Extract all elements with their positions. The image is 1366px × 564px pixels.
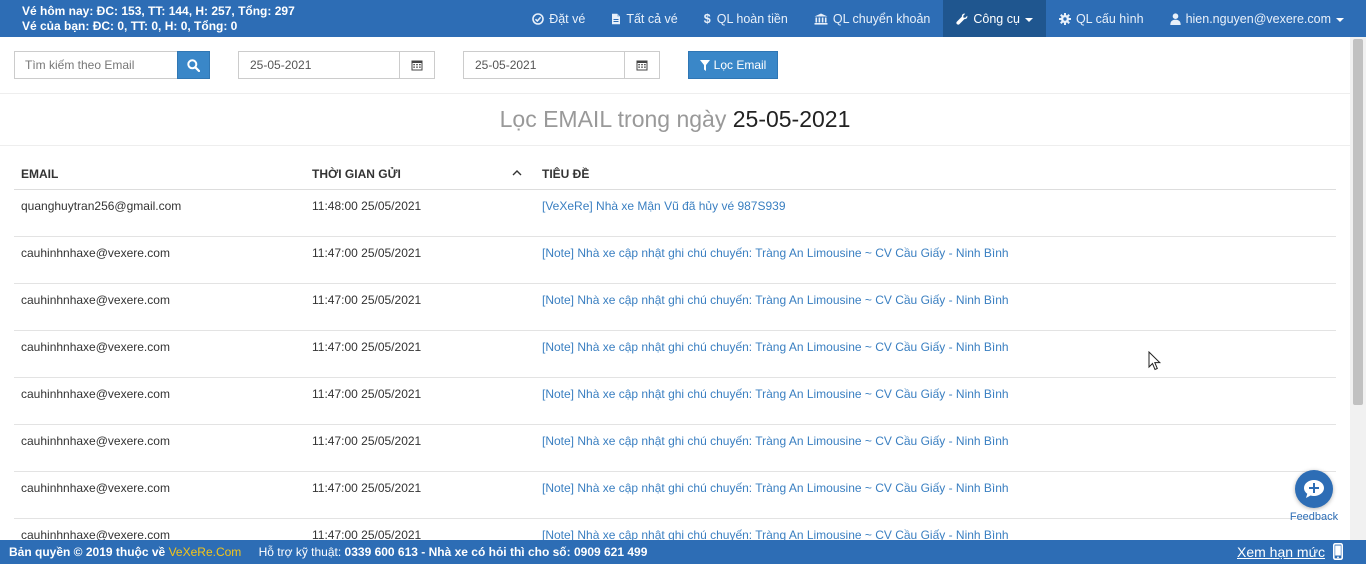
nav-tat-ca-ve-label: Tất cả vé bbox=[626, 11, 678, 26]
stats-yours: Vé của bạn: ĐC: 0, TT: 0, H: 0, Tổng: 0 bbox=[22, 19, 238, 33]
search-icon bbox=[187, 58, 200, 72]
view-quota-link[interactable]: Xem hạn mức bbox=[1237, 544, 1325, 560]
nav-ql-chuyen-khoan-label: QL chuyển khoản bbox=[832, 11, 931, 26]
cell-email: cauhinhnhaxe@vexere.com bbox=[21, 387, 170, 401]
nav-user-menu[interactable]: hien.nguyen@vexere.com bbox=[1157, 0, 1366, 37]
support-label: Hỗ trợ kỹ thuật: bbox=[258, 545, 342, 559]
cell-subject-link[interactable]: [Note] Nhà xe cập nhật ghi chú chuyến: T… bbox=[542, 434, 1009, 448]
feedback-button[interactable]: Feedback bbox=[1289, 470, 1339, 523]
cell-subject-link[interactable]: [Note] Nhà xe cập nhật ghi chú chuyến: T… bbox=[542, 246, 1009, 260]
nav-tat-ca-ve[interactable]: Tất cả vé bbox=[598, 0, 690, 37]
nav-user-email: hien.nguyen@vexere.com bbox=[1185, 11, 1331, 26]
table-header: EMAIL THỜI GIAN GỬI TIÊU ĐỀ bbox=[14, 157, 1336, 190]
user-icon bbox=[1169, 12, 1181, 25]
from-date-input[interactable] bbox=[238, 51, 401, 79]
mobile-phone-icon bbox=[1333, 543, 1343, 560]
cell-time: 11:47:00 25/05/2021 bbox=[312, 481, 422, 495]
cell-email: cauhinhnhaxe@vexere.com bbox=[21, 481, 170, 495]
chevron-down-icon bbox=[1024, 17, 1033, 22]
cell-time: 11:47:00 25/05/2021 bbox=[312, 246, 422, 260]
cell-email: cauhinhnhaxe@vexere.com bbox=[21, 293, 170, 307]
header-time[interactable]: THỜI GIAN GỬI bbox=[312, 167, 401, 181]
filter-toolbar: Lọc Email bbox=[0, 37, 1350, 94]
filter-email-label: Lọc Email bbox=[713, 58, 767, 72]
nav-cong-cu-label: Công cụ bbox=[973, 11, 1020, 26]
table-row: cauhinhnhaxe@vexere.com 11:47:00 25/05/20… bbox=[14, 237, 1336, 284]
dollar-icon: $ bbox=[703, 11, 711, 26]
scrollbar-thumb[interactable] bbox=[1353, 39, 1363, 405]
cell-email: cauhinhnhaxe@vexere.com bbox=[21, 434, 170, 448]
page-title-date: 25-05-2021 bbox=[732, 106, 851, 132]
main-nav: Đặt vé Tất cả vé $ QL hoàn tiền QL chuyể… bbox=[519, 0, 1366, 37]
file-icon bbox=[612, 13, 621, 24]
nav-ql-hoan-tien-label: QL hoàn tiền bbox=[716, 11, 788, 26]
cell-time: 11:47:00 25/05/2021 bbox=[312, 293, 422, 307]
page-title: Lọc EMAIL trong ngày 25-05-2021 bbox=[0, 94, 1350, 146]
header-subject[interactable]: TIÊU ĐỀ bbox=[542, 167, 589, 181]
footer-info: Bản quyền © 2019 thuộc về VeXeRe.Com Hỗ … bbox=[9, 545, 647, 559]
calendar-icon bbox=[636, 60, 648, 71]
wrench-icon bbox=[956, 13, 968, 25]
cell-time: 11:47:00 25/05/2021 bbox=[312, 387, 422, 401]
to-date-input[interactable] bbox=[463, 51, 626, 79]
copyright-text: Bản quyền © 2019 thuộc về bbox=[9, 545, 166, 559]
bank-icon bbox=[814, 13, 828, 25]
nav-cong-cu[interactable]: Công cụ bbox=[943, 0, 1046, 37]
mouse-cursor-icon bbox=[1148, 351, 1162, 371]
email-table: EMAIL THỜI GIAN GỬI TIÊU ĐỀ quanghuytran… bbox=[14, 157, 1336, 564]
nav-ql-cau-hinh[interactable]: QL cấu hình bbox=[1046, 0, 1157, 37]
table-body: quanghuytran256@gmail.com 11:48:00 25/05/… bbox=[14, 190, 1336, 564]
support-phones: 0339 600 613 - Nhà xe có hỏi thì cho số:… bbox=[344, 545, 648, 559]
cell-email: cauhinhnhaxe@vexere.com bbox=[21, 340, 170, 354]
calendar-icon bbox=[411, 60, 423, 71]
to-date-calendar-button[interactable] bbox=[624, 51, 660, 79]
cell-time: 11:47:00 25/05/2021 bbox=[312, 434, 422, 448]
ticket-stats: Vé hôm nay: ĐC: 153, TT: 144, H: 257, Tổ… bbox=[22, 4, 295, 34]
table-row: cauhinhnhaxe@vexere.com 11:47:00 25/05/20… bbox=[14, 472, 1336, 519]
nav-ql-chuyen-khoan[interactable]: QL chuyển khoản bbox=[801, 0, 944, 37]
header-email[interactable]: EMAIL bbox=[21, 167, 58, 181]
feedback-icon bbox=[1295, 470, 1333, 508]
nav-dat-ve-label: Đặt vé bbox=[549, 11, 586, 26]
cell-time: 11:47:00 25/05/2021 bbox=[312, 340, 422, 354]
cell-email: quanghuytran256@gmail.com bbox=[21, 199, 182, 213]
cell-subject-link[interactable]: [Note] Nhà xe cập nhật ghi chú chuyến: T… bbox=[542, 340, 1009, 354]
check-circle-icon bbox=[532, 12, 545, 25]
chevron-down-icon bbox=[1336, 17, 1344, 22]
stats-today: Vé hôm nay: ĐC: 153, TT: 144, H: 257, Tổ… bbox=[22, 4, 295, 18]
page-scrollbar[interactable] bbox=[1350, 37, 1366, 540]
nav-dat-ve[interactable]: Đặt vé bbox=[519, 0, 598, 37]
gear-icon bbox=[1058, 12, 1071, 25]
footer: Bản quyền © 2019 thuộc về VeXeRe.Com Hỗ … bbox=[0, 540, 1366, 564]
support-info: Hỗ trợ kỹ thuật: 0339 600 613 - Nhà xe c… bbox=[259, 545, 648, 559]
nav-ql-cau-hinh-label: QL cấu hình bbox=[1075, 11, 1144, 26]
cell-time: 11:48:00 25/05/2021 bbox=[312, 199, 422, 213]
cell-subject-link[interactable]: [Note] Nhà xe cập nhật ghi chú chuyến: T… bbox=[542, 387, 1009, 401]
table-row: quanghuytran256@gmail.com 11:48:00 25/05/… bbox=[14, 190, 1336, 237]
top-navbar: Vé hôm nay: ĐC: 153, TT: 144, H: 257, Tổ… bbox=[0, 0, 1366, 37]
feedback-label: Feedback bbox=[1289, 511, 1339, 523]
email-search-input[interactable] bbox=[14, 51, 177, 79]
nav-ql-hoan-tien[interactable]: $ QL hoàn tiền bbox=[691, 0, 801, 37]
filter-email-button[interactable]: Lọc Email bbox=[688, 51, 778, 79]
filter-icon bbox=[699, 59, 710, 71]
cell-subject-link[interactable]: [VeXeRe] Nhà xe Mận Vũ đã hủy vé 987S939 bbox=[542, 199, 786, 213]
table-row: cauhinhnhaxe@vexere.com 11:47:00 25/05/20… bbox=[14, 284, 1336, 331]
brand-link[interactable]: VeXeRe.Com bbox=[169, 545, 242, 559]
cell-subject-link[interactable]: [Note] Nhà xe cập nhật ghi chú chuyến: T… bbox=[542, 293, 1009, 307]
from-date-calendar-button[interactable] bbox=[399, 51, 435, 79]
cell-email: cauhinhnhaxe@vexere.com bbox=[21, 246, 170, 260]
page-title-prefix: Lọc EMAIL trong ngày bbox=[499, 106, 727, 132]
search-button[interactable] bbox=[177, 51, 210, 79]
chevron-up-icon[interactable] bbox=[512, 169, 522, 176]
cell-subject-link[interactable]: [Note] Nhà xe cập nhật ghi chú chuyến: T… bbox=[542, 481, 1009, 495]
table-row: cauhinhnhaxe@vexere.com 11:47:00 25/05/20… bbox=[14, 378, 1336, 425]
table-row: cauhinhnhaxe@vexere.com 11:47:00 25/05/20… bbox=[14, 331, 1336, 378]
table-row: cauhinhnhaxe@vexere.com 11:47:00 25/05/20… bbox=[14, 425, 1336, 472]
